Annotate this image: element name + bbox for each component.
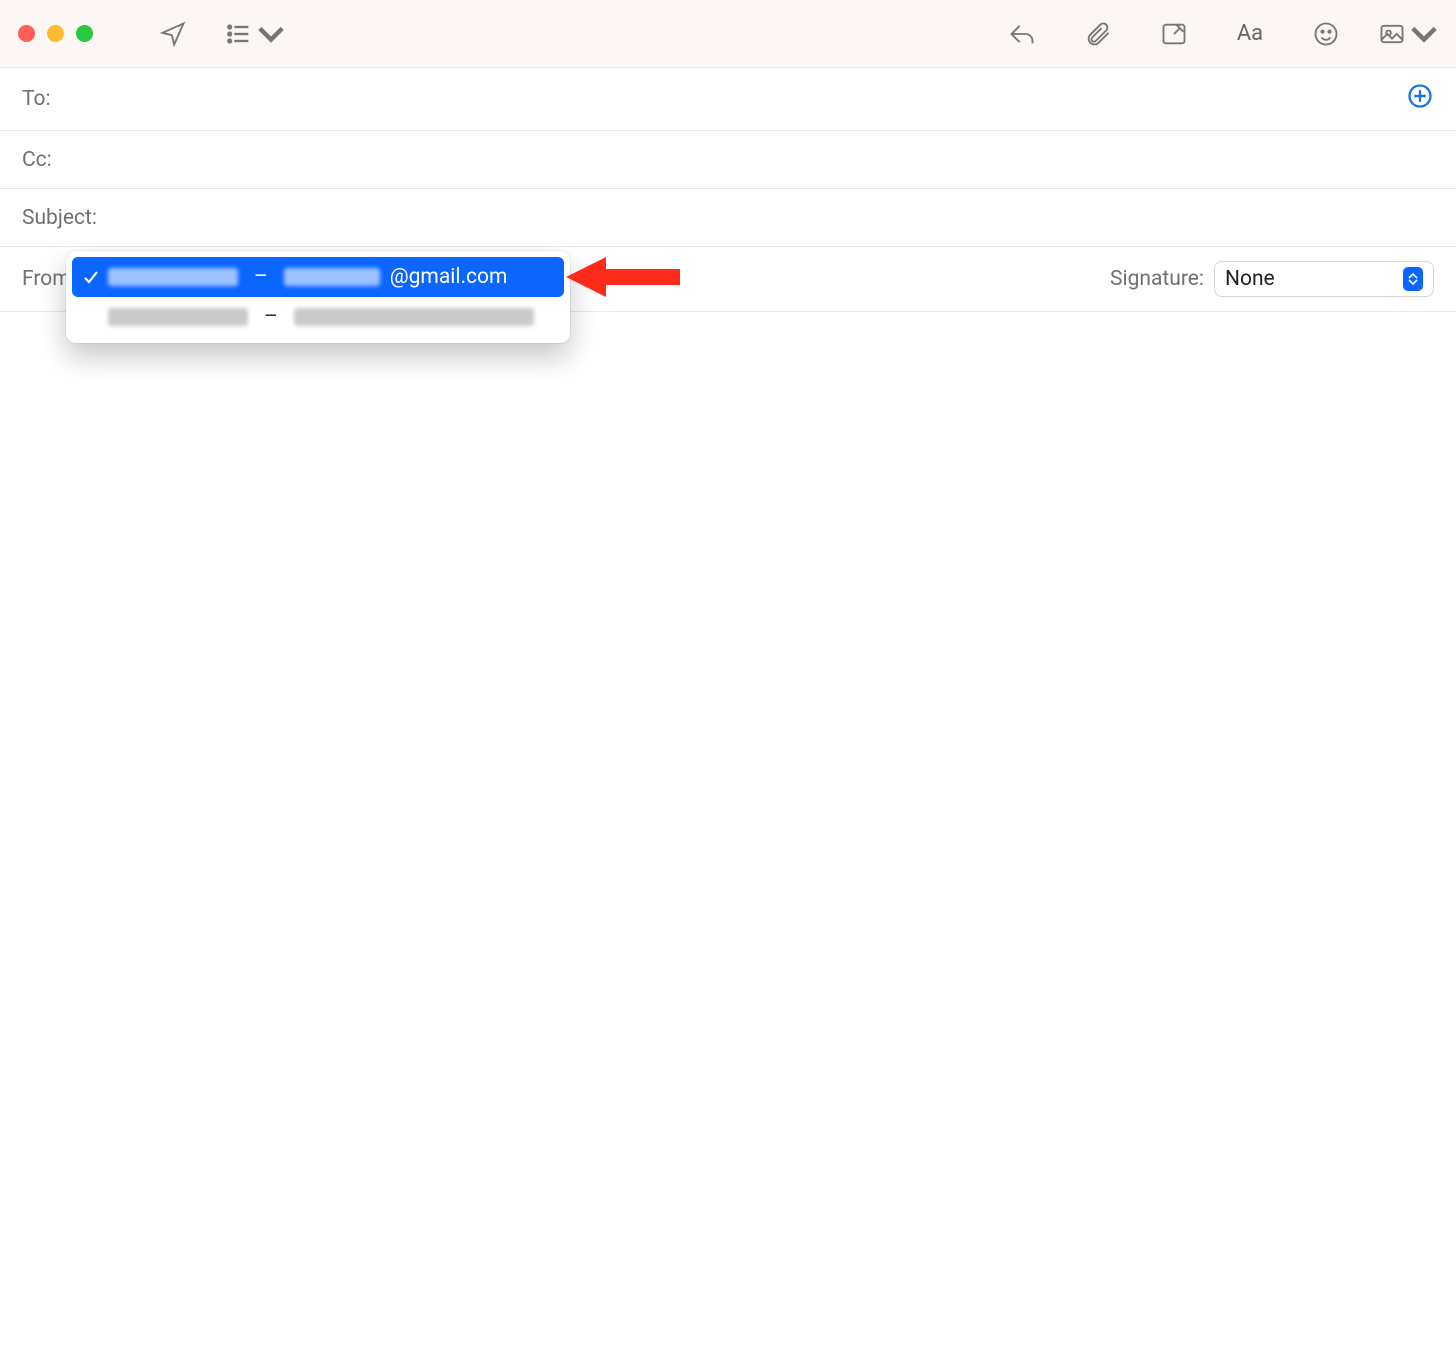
toolbar-left-group xyxy=(149,10,285,58)
compose-window: Aa To: Cc: Subject: From xyxy=(0,0,1456,1357)
redacted-name xyxy=(108,268,238,286)
message-headers: To: Cc: Subject: From: – xyxy=(0,68,1456,312)
chevron-down-icon xyxy=(257,20,285,48)
traffic-lights xyxy=(18,25,93,42)
to-row[interactable]: To: xyxy=(0,68,1456,131)
send-icon xyxy=(159,20,187,48)
separator: – xyxy=(264,305,278,329)
plus-circle-icon xyxy=(1406,82,1434,110)
list-icon xyxy=(225,20,253,48)
cc-label: Cc: xyxy=(22,148,52,172)
reply-button[interactable] xyxy=(998,10,1046,58)
check-icon xyxy=(82,269,100,285)
annotation-arrow xyxy=(566,251,686,317)
redacted-email-prefix xyxy=(284,268,380,286)
from-row: From: – @gmail.com – xyxy=(0,247,1456,312)
cc-row[interactable]: Cc: xyxy=(0,131,1456,189)
subject-row[interactable]: Subject: xyxy=(0,189,1456,247)
redacted-email xyxy=(294,308,534,326)
separator: – xyxy=(254,265,268,289)
reply-icon xyxy=(1008,20,1036,48)
from-account-option-1[interactable]: – xyxy=(72,297,564,337)
stepper-icon xyxy=(1403,267,1423,291)
header-fields-button[interactable] xyxy=(225,10,285,58)
from-account-menu: – @gmail.com – xyxy=(66,251,570,343)
subject-label: Subject: xyxy=(22,206,97,230)
toolbar: Aa xyxy=(0,0,1456,68)
markup-button[interactable] xyxy=(1150,10,1198,58)
photo-browser-button[interactable] xyxy=(1378,10,1438,58)
emoji-button[interactable] xyxy=(1302,10,1350,58)
format-button[interactable]: Aa xyxy=(1226,10,1274,58)
fullscreen-window-button[interactable] xyxy=(76,25,93,42)
format-icon: Aa xyxy=(1237,21,1263,46)
message-body[interactable] xyxy=(0,312,1456,1357)
signature-label: Signature: xyxy=(1110,267,1204,291)
email-suffix: @gmail.com xyxy=(390,265,508,289)
to-label: To: xyxy=(22,87,51,111)
signature-value: None xyxy=(1225,267,1275,291)
emoji-icon xyxy=(1312,20,1340,48)
attach-icon xyxy=(1084,20,1112,48)
redacted-name xyxy=(108,308,248,326)
toolbar-right-group: Aa xyxy=(998,10,1438,58)
markup-icon xyxy=(1160,20,1188,48)
signature-select[interactable]: None xyxy=(1214,261,1434,297)
chevron-down-icon xyxy=(1410,20,1438,48)
from-account-option-0[interactable]: – @gmail.com xyxy=(72,257,564,297)
add-recipient-button[interactable] xyxy=(1406,82,1434,116)
media-icon xyxy=(1378,20,1406,48)
minimize-window-button[interactable] xyxy=(47,25,64,42)
send-button[interactable] xyxy=(149,10,197,58)
attach-button[interactable] xyxy=(1074,10,1122,58)
close-window-button[interactable] xyxy=(18,25,35,42)
